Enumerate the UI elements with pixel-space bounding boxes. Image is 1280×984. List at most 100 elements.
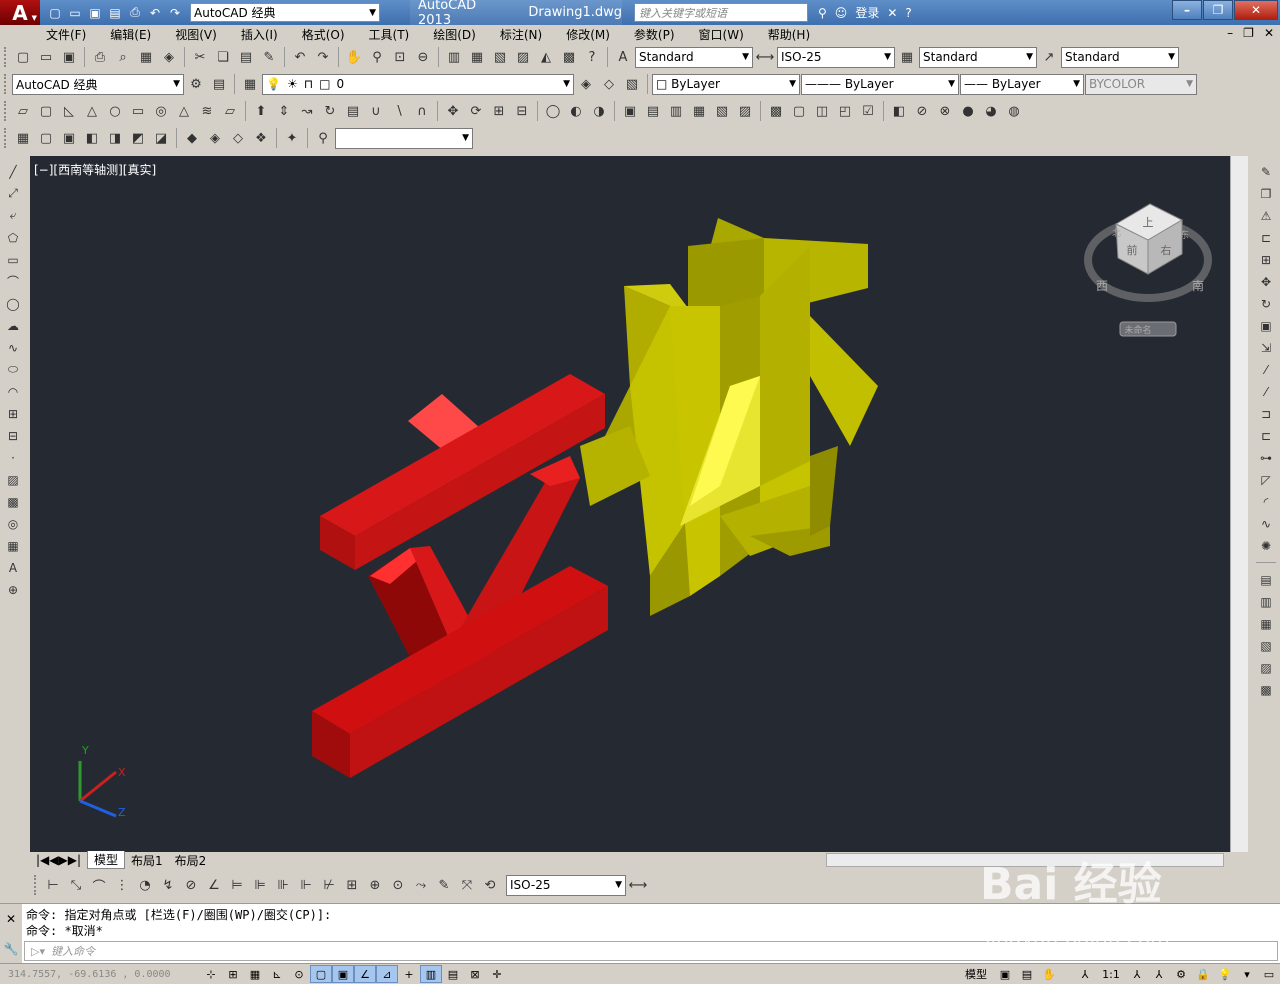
- make-block-icon[interactable]: ⊟: [3, 426, 23, 445]
- right-view-icon[interactable]: ◨: [104, 127, 126, 149]
- mleader-style-icon[interactable]: ↗: [1038, 46, 1060, 68]
- presspull-icon[interactable]: ⇕: [273, 100, 295, 122]
- move-icon[interactable]: ✥: [1256, 272, 1276, 291]
- linear-dim-icon[interactable]: ⊢: [42, 874, 64, 896]
- top-view-icon[interactable]: ▢: [35, 127, 57, 149]
- transparency-icon[interactable]: ▤: [442, 965, 464, 983]
- se-iso-icon[interactable]: ◈: [204, 127, 226, 149]
- save-icon[interactable]: ▣: [86, 4, 104, 22]
- blend-icon[interactable]: ∿: [1256, 514, 1276, 533]
- viewcube-right-label[interactable]: 右: [1161, 243, 1172, 257]
- ellipse-arc-icon[interactable]: ◠: [3, 382, 23, 401]
- intersect-icon[interactable]: ∩: [411, 100, 433, 122]
- mtext-icon[interactable]: A: [3, 558, 23, 577]
- add-selected-icon[interactable]: ⊕: [3, 580, 23, 599]
- dim-space-icon[interactable]: ⊩: [295, 874, 317, 896]
- back-view-icon[interactable]: ◪: [150, 127, 172, 149]
- aligned-dim-icon[interactable]: ⤡: [65, 874, 87, 896]
- spline-icon[interactable]: ∿: [3, 338, 23, 357]
- markup-icon[interactable]: ◭: [535, 46, 557, 68]
- center-mark-icon[interactable]: ⊕: [364, 874, 386, 896]
- annotation-scale-value[interactable]: 1:1: [1096, 965, 1126, 983]
- cylinder-icon[interactable]: ▭: [127, 100, 149, 122]
- polyline-icon[interactable]: ⤶: [3, 206, 23, 225]
- left-view-icon[interactable]: ◧: [81, 127, 103, 149]
- sheet-set-icon[interactable]: ▨: [512, 46, 534, 68]
- workspace-settings-icon[interactable]: ⚙: [185, 73, 207, 95]
- zoom-window-icon[interactable]: ⊡: [389, 46, 411, 68]
- tab-layout2[interactable]: 布局2: [169, 852, 213, 869]
- design-center-icon[interactable]: ▦: [466, 46, 488, 68]
- layer-state-icon[interactable]: ▧: [621, 73, 643, 95]
- point-icon[interactable]: ·: [3, 448, 23, 467]
- pan-icon[interactable]: ✋: [343, 46, 365, 68]
- visual-style-manager-icon[interactable]: ◍: [1003, 100, 1025, 122]
- open-icon[interactable]: ▭: [35, 46, 57, 68]
- menu-parametric[interactable]: 参数(P): [634, 26, 675, 43]
- scale-icon[interactable]: ▣: [1256, 316, 1276, 335]
- layer-dropdown[interactable]: 💡 ☀ ⊓ □ 0 ▼: [262, 73, 574, 95]
- separate-icon[interactable]: ◫: [811, 100, 833, 122]
- menu-draw[interactable]: 绘图(D): [433, 26, 476, 43]
- viewcube-front-label[interactable]: 前: [1127, 243, 1138, 257]
- menu-tools[interactable]: 工具(T): [369, 26, 410, 43]
- make-current-icon[interactable]: ◈: [575, 73, 597, 95]
- menu-modify[interactable]: 修改(M): [566, 26, 610, 43]
- menu-insert[interactable]: 插入(I): [241, 26, 278, 43]
- offset-icon[interactable]: ⊏: [1256, 228, 1276, 247]
- model-viewport[interactable]: [−][西南等轴测][真实] 上 前 右 北 东 南 西 未命名 Y X Z: [30, 156, 1230, 852]
- camera-icon[interactable]: ✦: [281, 127, 303, 149]
- view-dropdown[interactable]: ▼: [335, 127, 473, 149]
- gradient-icon[interactable]: ▩: [3, 492, 23, 511]
- bring-front-icon[interactable]: ▥: [1256, 592, 1276, 611]
- explode-icon[interactable]: ✺: [1256, 536, 1276, 555]
- mleader-style-dropdown[interactable]: Standard ▼: [1061, 46, 1179, 68]
- visual-style-icon[interactable]: ◧: [888, 100, 910, 122]
- box-icon[interactable]: ▢: [35, 100, 57, 122]
- workspace-dropdown-2[interactable]: AutoCAD 经典 ▼: [12, 73, 184, 95]
- 3d-print-icon[interactable]: ◈: [158, 46, 180, 68]
- auto-scale-icon[interactable]: ⅄: [1148, 965, 1170, 983]
- dim-text-edit-icon[interactable]: ⤧: [456, 874, 478, 896]
- quick-dim-icon[interactable]: ⊨: [226, 874, 248, 896]
- fillet-icon[interactable]: ◜: [1256, 492, 1276, 511]
- help-icon[interactable]: ?: [905, 6, 911, 20]
- wireframe-icon[interactable]: ⊘: [911, 100, 933, 122]
- workspace-save-icon[interactable]: ▤: [208, 73, 230, 95]
- exchange-icon[interactable]: ✕: [887, 6, 897, 20]
- redo-icon[interactable]: ↷: [312, 46, 334, 68]
- move-faces-icon[interactable]: ▤: [642, 100, 664, 122]
- quick-properties-icon[interactable]: ⊠: [464, 965, 486, 983]
- undo-icon[interactable]: ↶: [146, 4, 164, 22]
- nw-iso-icon[interactable]: ❖: [250, 127, 272, 149]
- doc-close-icon[interactable]: ✕: [1264, 26, 1274, 40]
- layer-previous-icon[interactable]: ◇: [598, 73, 620, 95]
- 3d-array-icon[interactable]: ⊟: [511, 100, 533, 122]
- toolbar-lock-icon[interactable]: 🔒: [1192, 965, 1214, 983]
- delete-faces-icon[interactable]: ▦: [688, 100, 710, 122]
- cone-icon[interactable]: △: [81, 100, 103, 122]
- save-icon[interactable]: ▣: [58, 46, 80, 68]
- compass-west[interactable]: 西: [1096, 279, 1108, 293]
- wrench-icon[interactable]: 🔧: [4, 942, 19, 956]
- jogged-linear-icon[interactable]: ⤳: [410, 874, 432, 896]
- taper-faces-icon[interactable]: ▨: [734, 100, 756, 122]
- tool-palettes-icon[interactable]: ▧: [489, 46, 511, 68]
- dynamic-ucs-icon[interactable]: ⊿: [376, 965, 398, 983]
- dim-style-manager-icon[interactable]: ⟷: [627, 874, 649, 896]
- hatch-icon[interactable]: ▨: [3, 470, 23, 489]
- continue-icon[interactable]: ⊪: [272, 874, 294, 896]
- jogged-icon[interactable]: ↯: [157, 874, 179, 896]
- dim-break-icon[interactable]: ⊬: [318, 874, 340, 896]
- isolate-objects-icon[interactable]: 💡: [1214, 965, 1236, 983]
- sw-iso-icon[interactable]: ◆: [181, 127, 203, 149]
- dim-style-icon[interactable]: ⟷: [754, 46, 776, 68]
- restore-button[interactable]: ❐: [1203, 0, 1233, 20]
- solid-edit-subtract-icon[interactable]: ◐: [565, 100, 587, 122]
- helix-icon[interactable]: ≋: [196, 100, 218, 122]
- ellipse-icon[interactable]: ⬭: [3, 360, 23, 379]
- inspection-icon[interactable]: ⊙: [387, 874, 409, 896]
- line-icon[interactable]: ╱: [3, 162, 23, 181]
- break-at-point-icon[interactable]: ⊐: [1256, 404, 1276, 423]
- sweep-icon[interactable]: ↝: [296, 100, 318, 122]
